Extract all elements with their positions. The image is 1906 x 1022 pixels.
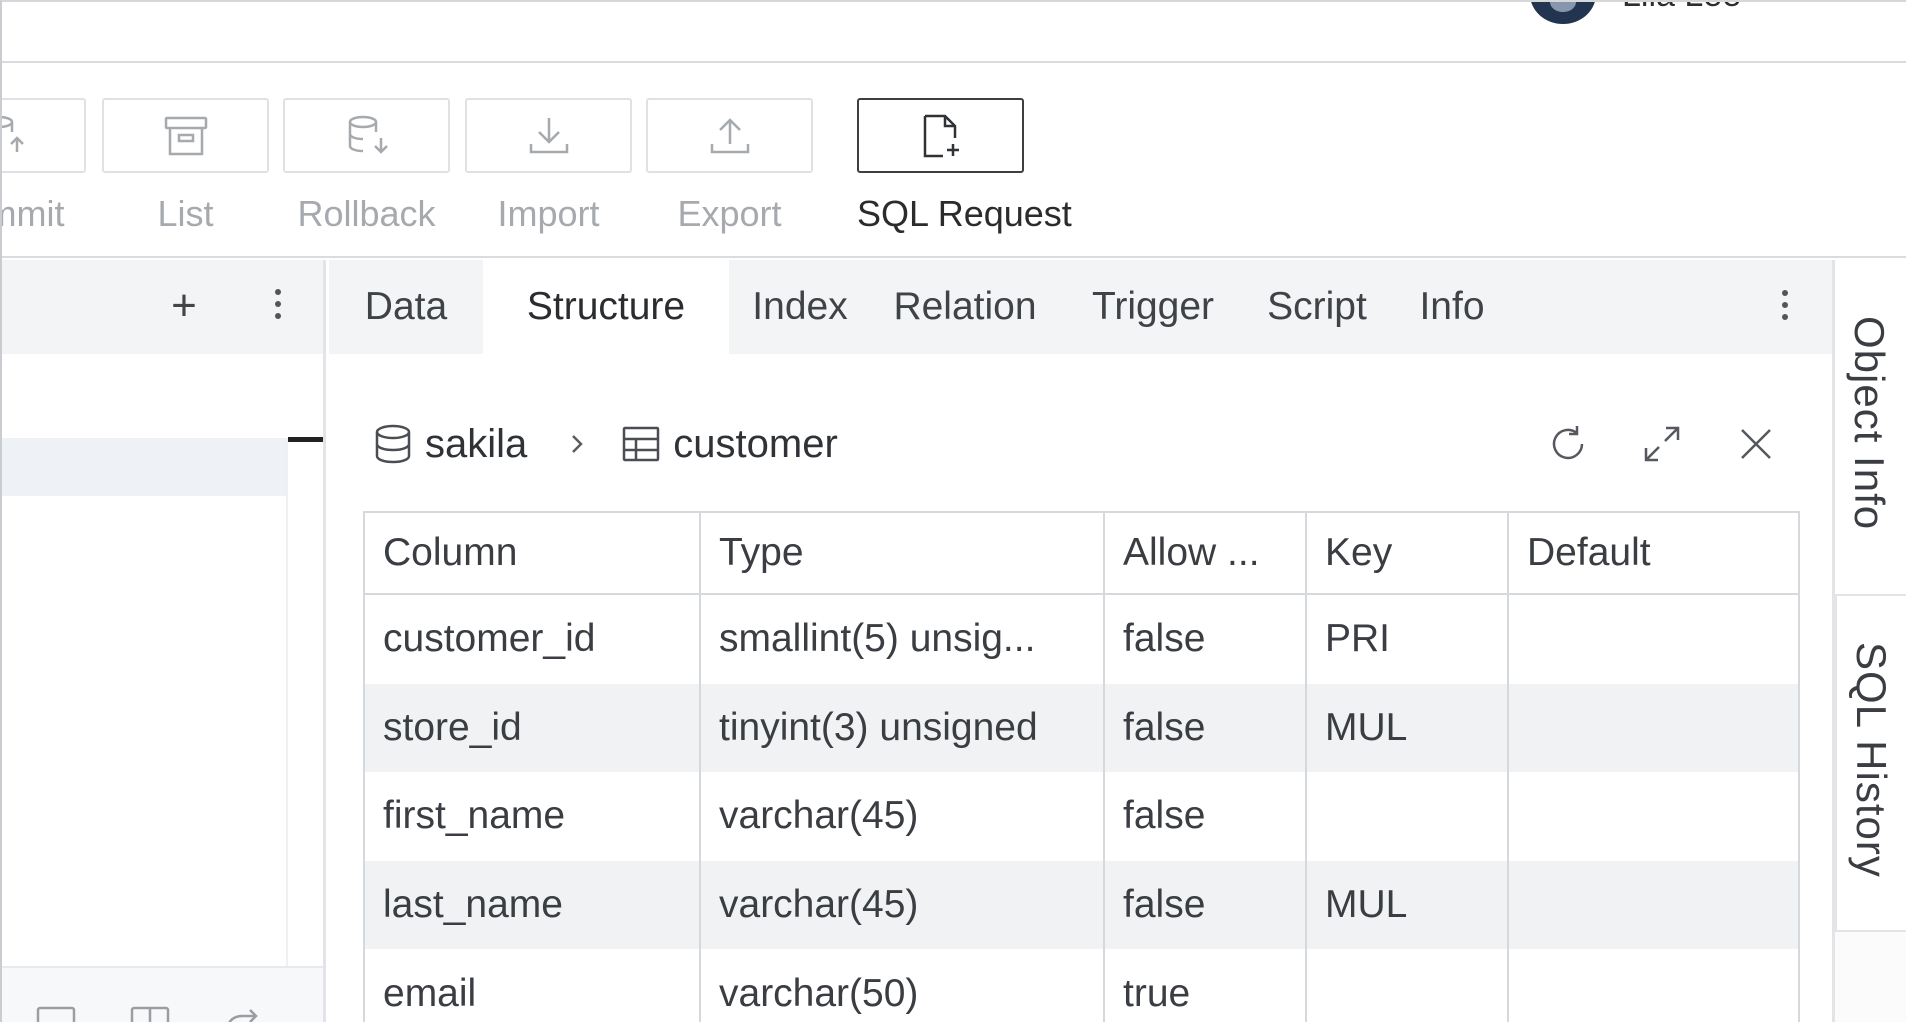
cell-key[interactable] <box>1307 772 1509 861</box>
cell-type[interactable]: varchar(45) <box>701 772 1105 861</box>
explorer-footer <box>2 966 323 1022</box>
explorer-scrollbar[interactable] <box>286 438 323 1012</box>
list-label: List <box>157 193 214 234</box>
object-tabs: Data Structure Index Relation Trigger Sc… <box>329 260 1832 354</box>
cell-default[interactable] <box>1509 949 1798 1022</box>
cell-default[interactable] <box>1509 772 1798 861</box>
cell-allow-null[interactable]: false <box>1105 772 1307 861</box>
archive-icon <box>164 116 207 155</box>
cell-key[interactable]: MUL <box>1307 860 1509 950</box>
tab-structure[interactable]: Structure <box>483 260 729 354</box>
object-info-tab[interactable]: Object Info <box>1835 260 1906 596</box>
top-header: Lila Lee <box>2 2 1906 63</box>
export-label: Export <box>677 193 782 234</box>
rollback-label: Rollback <box>297 193 436 234</box>
column-header-default[interactable]: Default <box>1509 513 1798 593</box>
grid-header-row: Column Type Allow ... Key Default <box>365 513 1798 595</box>
cell-column[interactable]: email <box>365 949 701 1022</box>
database-download-icon <box>348 115 388 154</box>
cell-allow-null[interactable]: false <box>1105 683 1307 773</box>
rollback-button[interactable]: Rollback <box>283 98 450 235</box>
tab-relation[interactable]: Relation <box>871 260 1059 354</box>
cell-column[interactable]: customer_id <box>365 595 701 684</box>
breadcrumb-table[interactable]: customer <box>673 422 838 467</box>
split-vertical-icon[interactable] <box>128 1002 172 1022</box>
export-button[interactable]: Export <box>646 98 813 235</box>
maximize-icon[interactable] <box>1640 422 1684 466</box>
tabs-more-icon[interactable] <box>1781 290 1789 320</box>
sql-request-button[interactable]: SQL Request <box>857 98 1072 235</box>
column-header-allow-null[interactable]: Allow ... <box>1105 513 1307 593</box>
user-avatar[interactable] <box>1530 2 1596 24</box>
user-name[interactable]: Lila Lee <box>1622 2 1741 15</box>
tab-trigger[interactable]: Trigger <box>1059 260 1247 354</box>
explorer-header: + <box>2 260 323 354</box>
table-row[interactable]: first_name varchar(45) false <box>365 772 1798 861</box>
chevron-right-icon <box>572 435 584 453</box>
object-explorer-panel: + <box>2 260 326 1022</box>
column-header-key[interactable]: Key <box>1307 513 1509 593</box>
tab-index[interactable]: Index <box>729 260 871 354</box>
cell-default[interactable] <box>1509 684 1798 773</box>
database-icon <box>375 424 411 464</box>
commit-label: Commit <box>2 193 65 234</box>
split-horizontal-icon[interactable] <box>34 1002 78 1022</box>
redo-icon[interactable] <box>220 1002 264 1022</box>
breadcrumb: sakila customer <box>373 416 838 472</box>
explorer-selected-row[interactable] <box>2 438 323 496</box>
cell-type[interactable]: smallint(5) unsig... <box>701 595 1105 684</box>
sql-history-tab[interactable]: SQL History <box>1835 596 1906 932</box>
column-header-type[interactable]: Type <box>701 513 1105 593</box>
structure-view: sakila customer Column Type Allow ... Ke… <box>329 354 1832 1022</box>
object-info-label: Object Info <box>1846 316 1893 531</box>
cell-type[interactable]: varchar(45) <box>701 860 1105 950</box>
refresh-icon[interactable] <box>1546 422 1590 466</box>
import-button[interactable]: Import <box>465 98 632 235</box>
cell-key[interactable]: PRI <box>1307 595 1509 684</box>
import-label: Import <box>497 193 600 234</box>
table-row[interactable]: store_id tinyint(3) unsigned false MUL <box>365 683 1798 773</box>
plus-icon[interactable]: + <box>164 284 204 328</box>
new-file-icon <box>923 114 959 157</box>
cell-column[interactable]: last_name <box>365 860 701 950</box>
app-window: Lila Lee Commit List <box>0 0 1906 1022</box>
table-row[interactable]: customer_id smallint(5) unsig... false P… <box>365 595 1798 684</box>
cell-default[interactable] <box>1509 595 1798 684</box>
cell-key[interactable]: MUL <box>1307 683 1509 773</box>
cell-column[interactable]: store_id <box>365 683 701 773</box>
commit-button[interactable]: Commit <box>2 98 86 235</box>
kebab-menu-icon[interactable] <box>274 289 282 319</box>
breadcrumb-database[interactable]: sakila <box>425 422 527 467</box>
sql-request-label: SQL Request <box>857 193 1072 234</box>
download-icon <box>529 117 568 153</box>
list-button[interactable]: List <box>102 98 269 235</box>
cell-type[interactable]: tinyint(3) unsigned <box>701 683 1105 773</box>
right-side-rail: Object Info SQL History <box>1832 260 1906 1022</box>
tab-info[interactable]: Info <box>1387 260 1517 354</box>
tab-script[interactable]: Script <box>1247 260 1387 354</box>
cell-type[interactable]: varchar(50) <box>701 949 1105 1022</box>
sql-history-label: SQL History <box>1848 642 1895 878</box>
column-header-column[interactable]: Column <box>365 513 701 593</box>
cell-allow-null[interactable]: false <box>1105 595 1307 684</box>
database-upload-icon <box>2 115 24 152</box>
main-toolbar: Commit List Rollback Im <box>2 65 1906 258</box>
cell-allow-null[interactable]: true <box>1105 949 1307 1022</box>
cell-allow-null[interactable]: false <box>1105 860 1307 950</box>
table-row[interactable]: email varchar(50) true <box>365 949 1798 1022</box>
tab-data[interactable]: Data <box>329 260 483 354</box>
cell-default[interactable] <box>1509 861 1798 950</box>
cell-column[interactable]: first_name <box>365 772 701 861</box>
structure-grid: Column Type Allow ... Key Default custom… <box>363 511 1800 1022</box>
collapse-handle[interactable] <box>288 437 323 442</box>
upload-icon <box>710 117 749 153</box>
table-icon <box>623 426 660 462</box>
table-row[interactable]: last_name varchar(45) false MUL <box>365 860 1798 950</box>
cell-key[interactable] <box>1307 949 1509 1022</box>
close-icon[interactable] <box>1734 422 1778 466</box>
